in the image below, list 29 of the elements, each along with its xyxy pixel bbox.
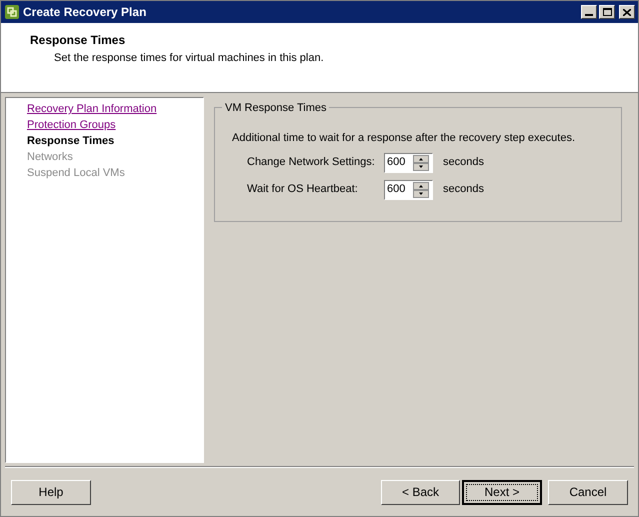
- page-title: Response Times: [30, 32, 126, 49]
- step-item: Response Times: [27, 134, 114, 149]
- group-description: Additional time to wait for a response after the recovery step executes.: [232, 131, 576, 146]
- unit-label: seconds: [443, 182, 484, 198]
- maximize-button[interactable]: [599, 5, 615, 19]
- window-title: Create Recovery Plan: [23, 4, 148, 21]
- next-button[interactable]: Next >: [462, 480, 542, 504]
- back-button[interactable]: < Back: [381, 480, 460, 504]
- number-spinner[interactable]: 600: [384, 180, 433, 200]
- step-item[interactable]: Recovery Plan Information: [27, 101, 157, 117]
- number-spinner[interactable]: 600: [384, 152, 433, 172]
- cancel-button[interactable]: Cancel: [548, 480, 628, 504]
- close-button[interactable]: [619, 5, 635, 19]
- unit-label: seconds: [443, 155, 484, 170]
- minimize-button[interactable]: [581, 5, 597, 19]
- help-button[interactable]: Help: [11, 480, 91, 504]
- field-label: Wait for OS Heartbeat:: [247, 182, 359, 198]
- spin-arrows-icon: [413, 182, 429, 198]
- group-title: VM Response Times: [222, 100, 330, 116]
- minimize-icon: [585, 14, 593, 16]
- close-icon: [623, 8, 631, 16]
- app-icon: [4, 4, 20, 20]
- step-item: Suspend Local VMs: [27, 166, 125, 181]
- step-item[interactable]: Protection Groups: [27, 117, 116, 133]
- page-subtitle: Set the response times for virtual machines in this plan.: [53, 51, 325, 66]
- spin-arrows-icon: [413, 154, 429, 170]
- field-label: Change Network Settings:: [247, 155, 376, 170]
- maximize-icon: [602, 8, 612, 16]
- step-item: Networks: [27, 150, 73, 165]
